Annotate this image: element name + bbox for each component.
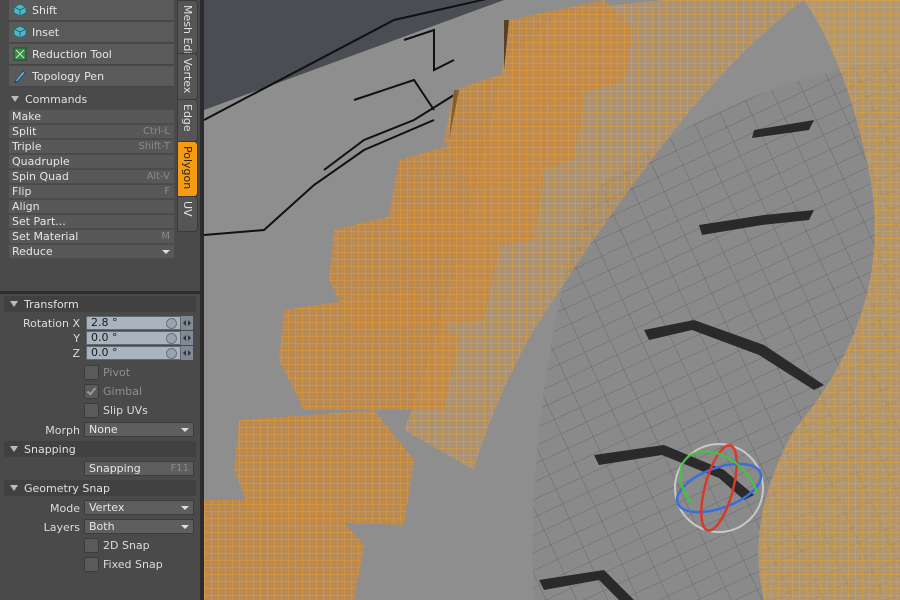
reset-icon[interactable] [166, 348, 177, 359]
chevron-down-icon [162, 249, 170, 254]
viewport-canvas [204, 0, 900, 600]
rotation-y-stepper[interactable] [181, 331, 193, 345]
collapse-icon [11, 96, 19, 102]
collapse-icon [10, 446, 18, 452]
geometry-snap-header[interactable]: Geometry Snap [4, 480, 196, 496]
morph-label: Morph [45, 424, 80, 437]
reset-icon[interactable] [166, 333, 177, 344]
tool-label: Topology Pen [32, 69, 105, 83]
command-align[interactable]: Align [9, 200, 174, 214]
command-reduce[interactable]: Reduce [9, 245, 174, 259]
panel-divider[interactable] [0, 291, 200, 294]
tab-polygon[interactable]: Polygon [177, 141, 198, 197]
pen-icon [13, 69, 27, 83]
slip-uvs-checkbox[interactable] [84, 403, 99, 418]
gimbal-label: Gimbal [103, 385, 143, 398]
collapse-icon [10, 485, 18, 491]
2d-snap-label: 2D Snap [103, 539, 150, 552]
command-triple[interactable]: Triple Shift-T [9, 140, 174, 154]
reduction-tool-button[interactable]: Reduction Tool [9, 44, 174, 65]
fixed-snap-label: Fixed Snap [103, 558, 163, 571]
tool-panel: Shift Inset Reduction Tool Topology Pen … [0, 0, 200, 600]
chevron-down-icon [181, 428, 189, 432]
topology-pen-button[interactable]: Topology Pen [9, 66, 174, 87]
slip-uvs-label: Slip UVs [103, 404, 148, 417]
command-set-part[interactable]: Set Part... [9, 215, 174, 229]
pivot-checkbox[interactable] [84, 365, 99, 380]
cube-icon [13, 25, 27, 39]
snapping-toggle-button[interactable]: Snapping F11 [84, 461, 194, 476]
cube-icon [13, 3, 27, 17]
commands-header[interactable]: Commands [8, 91, 87, 107]
tool-label: Inset [32, 25, 60, 39]
reset-icon[interactable] [166, 318, 177, 329]
gimbal-checkbox[interactable] [84, 384, 99, 399]
tool-label: Reduction Tool [32, 47, 112, 61]
rotation-z-label: Z [72, 347, 80, 360]
command-split[interactable]: Split Ctrl-L [9, 125, 174, 139]
tab-uv[interactable]: UV [177, 196, 198, 232]
mode-label: Mode [50, 502, 80, 515]
collapse-icon [10, 301, 18, 307]
fixed-snap-checkbox[interactable] [84, 557, 99, 572]
rotation-y-label: Y [73, 332, 80, 345]
command-spin-quad[interactable]: Spin Quad Alt-V [9, 170, 174, 184]
shift-tool-button[interactable]: Shift [9, 0, 174, 21]
vertical-tab-bar: Mesh Edit Vertex Edge Polygon UV [177, 0, 198, 232]
reduction-icon [13, 47, 27, 61]
rotation-x-stepper[interactable] [181, 316, 193, 330]
command-set-material[interactable]: Set Material M [9, 230, 174, 244]
rotation-x-label: Rotation X [22, 317, 80, 330]
chevron-down-icon [181, 525, 189, 529]
tab-mesh-edit[interactable]: Mesh Edit [177, 0, 198, 59]
snapping-header[interactable]: Snapping [4, 441, 196, 457]
mode-select[interactable]: Vertex [84, 500, 194, 515]
3d-viewport[interactable] [204, 0, 900, 600]
transform-header[interactable]: Transform [4, 296, 196, 312]
tab-edge[interactable]: Edge [177, 99, 198, 142]
tool-label: Shift [32, 3, 58, 17]
command-make[interactable]: Make [9, 110, 174, 124]
inset-tool-button[interactable]: Inset [9, 22, 174, 43]
chevron-down-icon [181, 506, 189, 510]
command-flip[interactable]: Flip F [9, 185, 174, 199]
command-quadruple[interactable]: Quadruple [9, 155, 174, 169]
tab-vertex[interactable]: Vertex [177, 53, 198, 100]
rotation-z-stepper[interactable] [181, 346, 193, 360]
layers-label: Layers [43, 521, 80, 534]
pivot-label: Pivot [103, 366, 131, 379]
2d-snap-checkbox[interactable] [84, 538, 99, 553]
morph-select[interactable]: None [84, 422, 194, 437]
layers-select[interactable]: Both [84, 519, 194, 534]
